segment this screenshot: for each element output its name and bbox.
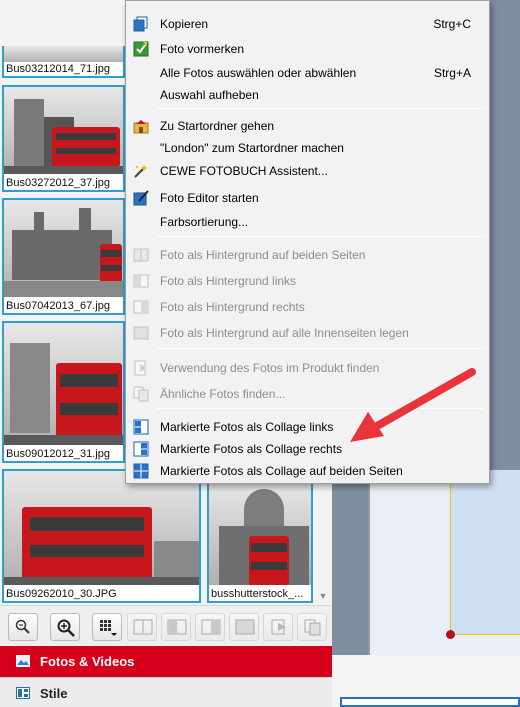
background-left-icon [133,274,149,288]
menu-item-collage-beide-seiten[interactable]: Markierte Fotos als Collage auf beiden S… [126,460,489,482]
photo-caption: Bus09012012_31.jpg [6,448,110,460]
menu-item-shortcut: Strg+A [433,66,471,80]
photo-image [4,46,123,62]
menu-item-shortcut: Strg+C [433,17,471,31]
menu-item-label: Ähnliche Fotos finden... [160,387,286,401]
nav-stile-label: Stile [40,686,68,701]
menu-item-hintergrund-beide-seiten[interactable]: Foto als Hintergrund auf beiden Seiten [126,244,489,266]
find-usage-icon [134,360,147,376]
menu-item-label: Foto als Hintergrund rechts [160,300,305,314]
background-all-button[interactable] [229,613,259,641]
photo-panel-scrollbar[interactable] [316,470,330,605]
background-left-icon [167,619,187,635]
photo-image [4,471,199,585]
background-left-button[interactable] [161,613,191,641]
styles-icon [16,687,30,699]
menu-item-foto-editor-starten[interactable]: Foto Editor starten [126,187,489,209]
home-folder-icon [133,120,149,134]
menu-item-label: Foto vormerken [160,42,245,56]
find-usage-icon [271,619,286,635]
menu-item-label: Foto als Hintergrund links [160,274,297,288]
menu-item-label: Foto als Hintergrund auf alle Innenseite… [160,326,409,340]
menu-item-label: "London" zum Startordner machen [160,141,344,155]
photo-caption: Bus03272012_37.jpg [6,177,110,189]
photo-editor-icon [133,190,149,206]
menu-item-label: Auswahl aufheben [160,88,259,102]
background-all-icon [235,619,255,635]
menu-item-label: Zu Startordner gehen [160,119,275,133]
photo-caption: Bus03212014_71.jpg [6,63,110,75]
collage-both-icon [133,463,149,479]
menu-item-label: Markierte Fotos als Collage rechts [160,442,343,456]
page-anchor-handle[interactable] [446,630,455,639]
menu-separator [156,348,483,349]
menu-item-kopieren[interactable]: Kopieren Strg+C [126,13,489,35]
zoom-out-button[interactable] [8,613,38,641]
find-usage-button[interactable] [263,613,293,641]
menu-item-hintergrund-rechts[interactable]: Foto als Hintergrund rechts [126,296,489,318]
bookmark-check-icon [133,41,149,57]
photobook-page-content[interactable] [450,470,520,635]
background-both-icon [133,619,153,635]
menu-item-label: Alle Fotos auswählen oder abwählen [160,66,357,80]
menu-item-cewe-assistent[interactable]: CEWE FOTOBUCH Assistent... [126,160,489,182]
photo-caption: Bus09262010_30.JPG [6,588,117,600]
menu-item-label: Foto Editor starten [160,191,259,205]
copy-icon [133,16,148,32]
menu-item-label: Foto als Hintergrund auf beiden Seiten [160,248,366,262]
background-right-icon [201,619,221,635]
magic-wand-icon [134,164,148,178]
zoom-in-icon [57,619,75,637]
grid-view-dropdown-button[interactable] [92,613,122,641]
photo-thumbnail[interactable]: Bus07042013_67.jpg [2,198,125,315]
grid-view-dropdown-icon [100,620,117,636]
menu-item-hintergrund-links[interactable]: Foto als Hintergrund links [126,270,489,292]
background-right-button[interactable] [195,613,225,641]
zoom-in-button[interactable] [50,613,80,641]
photo-thumbnail[interactable]: Bus03272012_37.jpg [2,85,125,192]
menu-item-label: Markierte Fotos als Collage links [160,420,334,434]
menu-separator [156,108,483,109]
menu-item-foto-vormerken[interactable]: Foto vormerken [126,38,489,60]
photo-thumbnail[interactable]: busshutterstock_... [207,479,313,603]
photo-toolbar [0,605,332,645]
menu-item-hintergrund-alle-innenseiten[interactable]: Foto als Hintergrund auf alle Innenseite… [126,322,489,344]
menu-item-zu-startordner-gehen[interactable]: Zu Startordner gehen [126,115,489,137]
background-all-icon [133,326,149,340]
background-both-button[interactable] [127,613,157,641]
photo-image [209,481,311,585]
annotation-arrow-icon [350,368,476,442]
menu-item-label: Markierte Fotos als Collage auf beiden S… [160,464,403,478]
menu-item-alle-fotos-auswaehlen[interactable]: Alle Fotos auswählen oder abwählen Strg+… [126,62,489,84]
menu-separator [156,236,483,237]
menu-item-auswahl-aufheben[interactable]: Auswahl aufheben [126,84,489,106]
photo-caption: Bus07042013_67.jpg [6,300,110,312]
photo-caption: busshutterstock_... [211,588,304,600]
collage-left-icon [133,419,149,435]
photo-icon [16,655,30,667]
menu-item-label: Kopieren [160,17,209,31]
menu-item-farbsortierung[interactable]: Farbsortierung... [126,211,489,233]
scroll-down-arrow-icon[interactable]: ▼ [318,591,328,601]
background-right-icon [133,300,149,314]
menu-item-label: Farbsortierung... [160,215,249,229]
photo-image [4,200,123,297]
background-both-icon [133,248,149,262]
similar-photos-button[interactable] [297,613,327,641]
photo-image [4,87,123,174]
photo-thumbnail[interactable]: Bus09012012_31.jpg [2,321,125,463]
nav-stile[interactable]: Stile [0,677,332,707]
zoom-out-icon [15,619,30,634]
collage-right-icon [133,441,149,457]
nav-fotos-videos[interactable]: Fotos & Videos [0,646,332,677]
photo-thumbnail[interactable]: Bus09262010_30.JPG [2,469,201,603]
similar-photos-icon [133,386,149,402]
photo-thumbnail[interactable]: Bus03212014_71.jpg [2,46,125,78]
menu-item-label: CEWE FOTOBUCH Assistent... [160,164,328,178]
page-thumbnail-selected[interactable] [340,697,520,707]
photo-image [4,323,123,445]
menu-item-london-startordner[interactable]: "London" zum Startordner machen [126,137,489,159]
nav-fotos-label: Fotos & Videos [40,654,135,669]
similar-photos-icon [304,619,321,636]
